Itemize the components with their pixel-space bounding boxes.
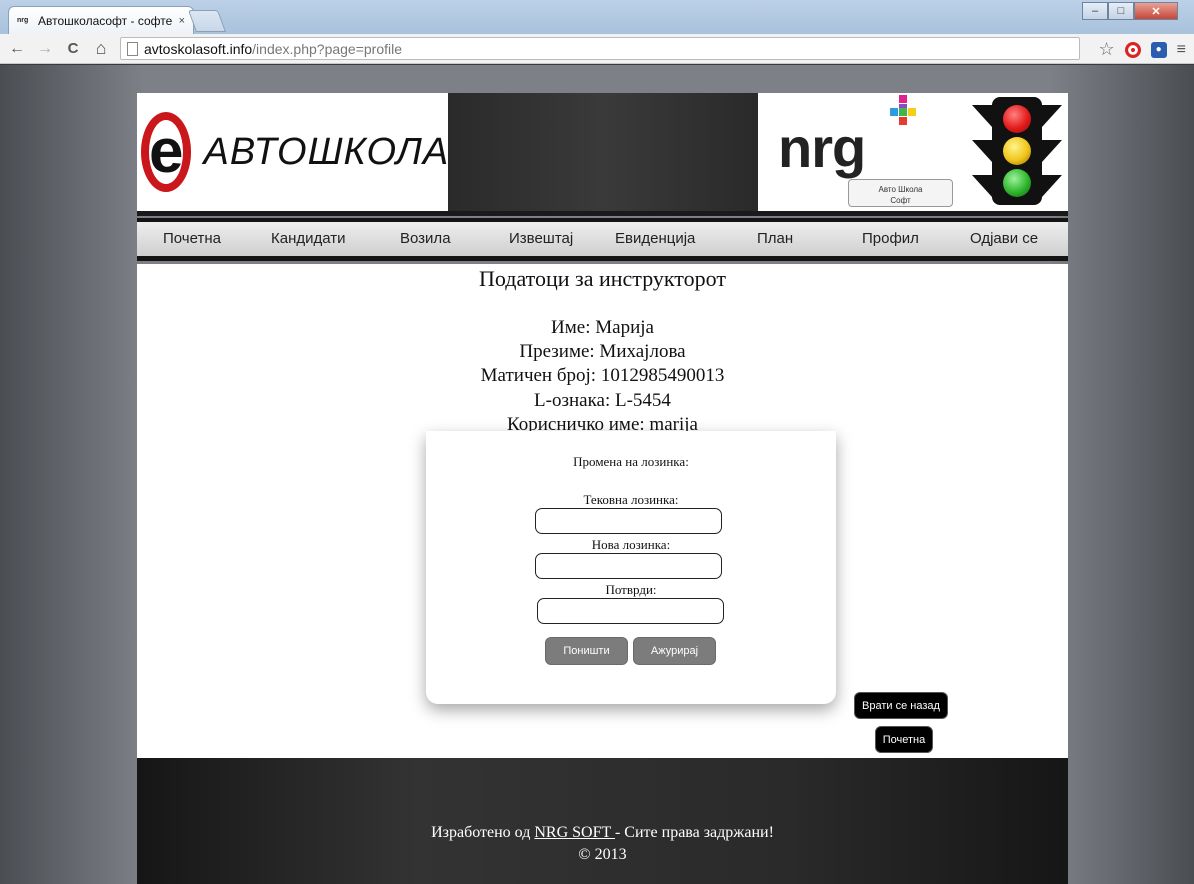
tab-title: Автошколасофт - софте	[38, 13, 173, 28]
maximize-button[interactable]: □	[1108, 2, 1134, 20]
forward-arrow-icon[interactable]: →	[34, 40, 56, 58]
autoschool-logo[interactable]: e АВТОШКОЛА	[137, 93, 448, 211]
nav-item-logout[interactable]: Одјави се	[970, 230, 1038, 247]
tab-close-icon[interactable]: ×	[179, 15, 185, 27]
instructor-last-name: Презиме: Михајлова	[519, 341, 686, 362]
nav-item-candidates[interactable]: Кандидати	[271, 230, 346, 247]
site-footer: Изработено од NRG SOFT - Сите права задр…	[137, 758, 1068, 884]
e-logo-icon: e	[141, 112, 192, 192]
url-path: /index.php?page=profile	[252, 40, 403, 57]
close-window-button[interactable]: ✕	[1134, 2, 1178, 20]
logo-text: АВТОШКОЛА	[203, 130, 450, 173]
main-nav: Почетна Кандидати Возила Извештај Евиден…	[137, 218, 1068, 261]
footer-credits: Изработено од NRG SOFT - Сите права задр…	[137, 822, 1068, 866]
opera-extension-icon[interactable]	[1124, 41, 1141, 58]
page-icon	[127, 41, 138, 56]
nrg-text: nrg	[778, 116, 866, 179]
nav-item-report[interactable]: Извештај	[509, 230, 573, 247]
nrg-soft-link[interactable]: NRG SOFT	[534, 824, 615, 841]
cancel-button[interactable]: Поништи	[545, 637, 628, 665]
reload-icon[interactable]: C	[62, 40, 84, 57]
password-change-heading: Промена на лозинка:	[573, 454, 689, 469]
current-password-label: Тековна лозинка:	[583, 492, 679, 507]
go-back-button[interactable]: Врати се назад	[854, 692, 948, 719]
nav-item-plan[interactable]: План	[757, 230, 793, 247]
browser-tab[interactable]: nrg Автошколасофт - софте ×	[8, 6, 194, 34]
url-host: avtoskolasoft.info	[144, 40, 253, 57]
nav-item-profile[interactable]: Профил	[862, 230, 919, 247]
back-arrow-icon[interactable]: ←	[6, 40, 28, 58]
address-bar[interactable]: avtoskolasoft.info /index.php?page=profi…	[120, 37, 1080, 60]
footer-suffix: - Сите права задржани!	[614, 824, 774, 841]
nav-item-records[interactable]: Евиденција	[615, 230, 695, 247]
browser-menu-icon[interactable]: ≡	[1177, 41, 1186, 59]
footer-copyright: © 2013	[578, 846, 627, 863]
toolbar-icons: ☆ ● ≡	[1099, 39, 1186, 60]
footer-prefix: Изработено од	[431, 824, 535, 841]
bookmark-star-icon[interactable]: ☆	[1099, 39, 1115, 60]
badge-line-1: Авто Школа	[878, 185, 923, 194]
home-button[interactable]: Почетна	[875, 726, 933, 753]
main-content: Податоци за инструкторот Име: Марија Пре…	[137, 264, 1068, 758]
confirm-password-input[interactable]	[537, 598, 724, 624]
current-password-input[interactable]	[535, 508, 722, 534]
nrg-favicon-icon: nrg	[17, 16, 29, 24]
site-container: e АВТОШКОЛА nrg Авто Школа Софт Почетна …	[137, 93, 1068, 884]
traffic-light-icon	[972, 97, 1062, 205]
instructor-id-number: Матичен број: 1012985490013	[480, 365, 725, 386]
minimize-button[interactable]: –	[1082, 2, 1108, 20]
extension-icon[interactable]: ●	[1150, 41, 1167, 58]
new-password-input[interactable]	[535, 553, 722, 579]
instructor-l-mark: L-ознака: L-5454	[534, 390, 671, 411]
update-button[interactable]: Ажурирај	[633, 637, 716, 665]
new-password-label: Нова лозинка:	[591, 537, 671, 552]
page-title: Податоци за инструкторот	[479, 266, 726, 291]
nrg-brand-logo: nrg Авто Школа Софт	[758, 93, 1068, 211]
confirm-password-label: Потврди:	[605, 582, 657, 597]
nav-item-vehicles[interactable]: Возила	[400, 230, 451, 247]
window-controls: – □ ✕	[1082, 2, 1178, 20]
browser-titlebar: nrg Автошколасофт - софте × – □ ✕	[0, 0, 1194, 34]
nav-item-home[interactable]: Почетна	[163, 230, 221, 247]
nrg-pixel-plus-icon	[890, 95, 916, 125]
badge-line-2: Софт	[890, 196, 911, 205]
browser-toolbar: ← → C ⌂ avtoskolasoft.info /index.php?pa…	[0, 34, 1194, 64]
header-background	[448, 93, 758, 211]
password-change-card: Промена на лозинка: Тековна лозинка: Нов…	[426, 431, 836, 704]
instructor-first-name: Име: Марија	[551, 317, 654, 338]
nrg-badge: Авто Школа Софт	[848, 179, 953, 207]
page-viewport: e АВТОШКОЛА nrg Авто Школа Софт Почетна …	[0, 65, 1194, 884]
home-icon[interactable]: ⌂	[90, 38, 112, 59]
site-header: e АВТОШКОЛА nrg Авто Школа Софт	[137, 93, 1068, 216]
